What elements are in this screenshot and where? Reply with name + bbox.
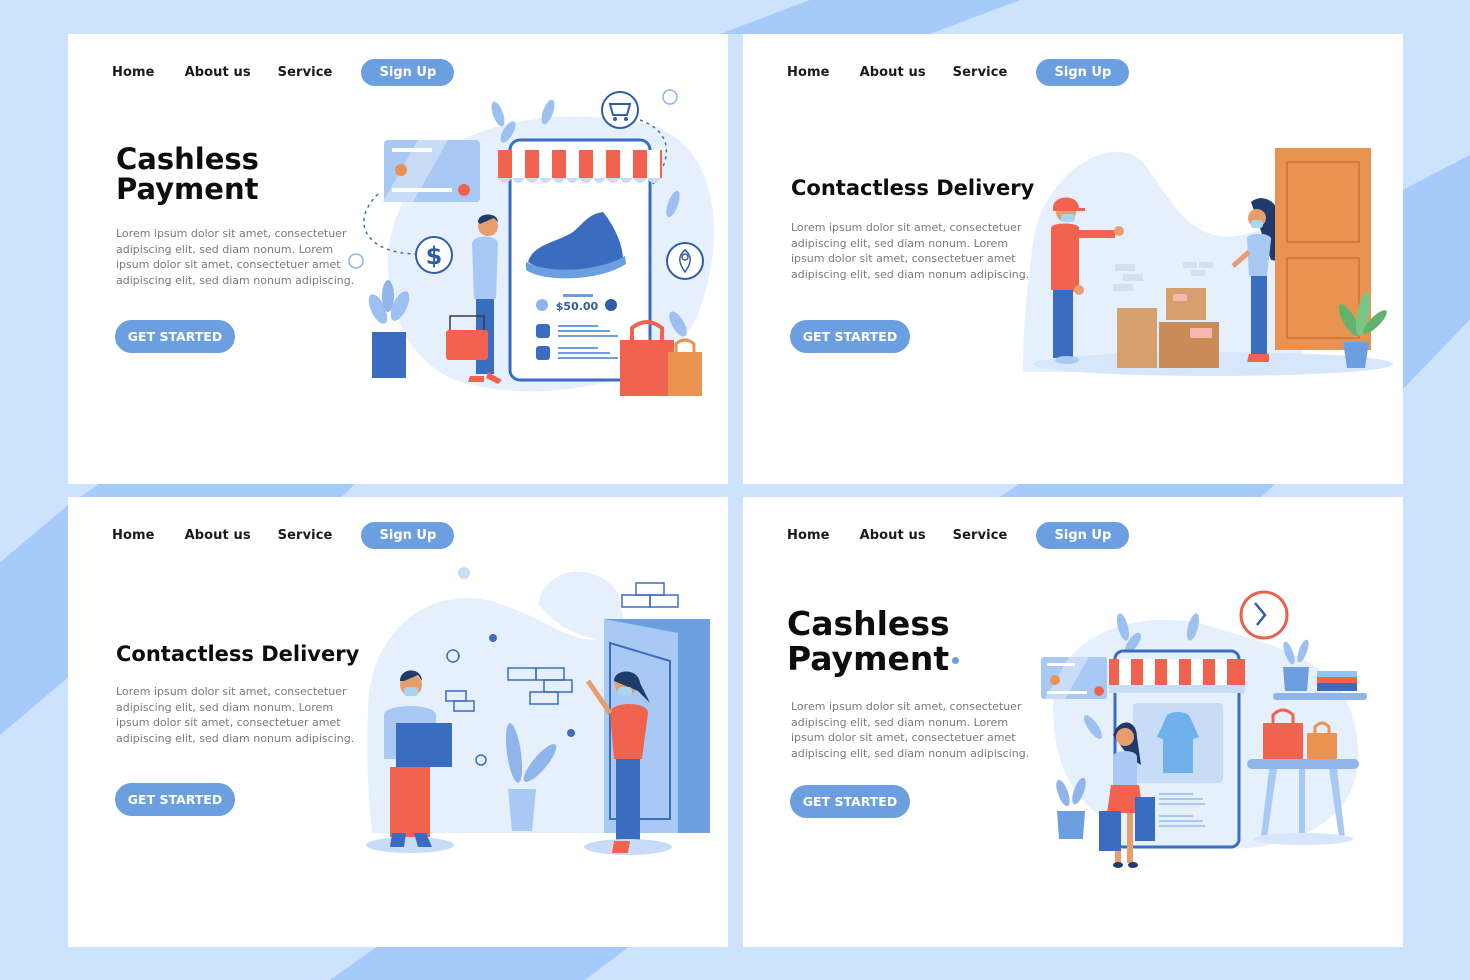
- page-title: Contactless Delivery: [116, 642, 360, 666]
- title-line-2: Payment: [787, 638, 950, 678]
- nav-service[interactable]: Service: [278, 65, 333, 80]
- credit-card-icon: [1041, 657, 1107, 699]
- signup-button[interactable]: Sign Up: [361, 58, 455, 86]
- next-arrow-icon: [605, 299, 617, 311]
- title-line-1: Cashless: [116, 142, 259, 176]
- books-icon: [1317, 671, 1357, 691]
- bg-stripe-left: [0, 505, 68, 735]
- signup-button[interactable]: Sign Up: [361, 521, 455, 549]
- title-line-1: Cashless: [787, 604, 950, 643]
- deco-circle: [348, 253, 364, 269]
- deco-circle: [662, 89, 678, 105]
- nav-home[interactable]: Home: [787, 65, 830, 80]
- price-label: $50.00: [556, 300, 599, 313]
- credit-card-icon: [383, 140, 480, 202]
- top-nav: Home About us Service Sign Up: [787, 521, 1130, 549]
- page-title: Cashless Payment: [116, 144, 259, 205]
- illustration-cashless-payment-2: [1041, 590, 1367, 868]
- title-line-2: Payment: [116, 172, 259, 207]
- nav-home[interactable]: Home: [787, 528, 830, 543]
- illustration-cashless-payment: $ $50.00: [348, 89, 714, 396]
- prev-arrow-icon: [536, 299, 548, 311]
- awning: [498, 150, 662, 183]
- panel-contactless-delivery-1: Home About us Service Sign Up Contactles…: [743, 34, 1403, 484]
- bg-stripe-mid-right: [1000, 484, 1275, 497]
- nav-home[interactable]: Home: [112, 528, 155, 543]
- nav-service[interactable]: Service: [953, 65, 1008, 80]
- shelf-icon: [1273, 639, 1367, 700]
- title-dot: [952, 656, 960, 664]
- nav-about[interactable]: About us: [185, 528, 251, 543]
- signup-button[interactable]: Sign Up: [1036, 58, 1130, 86]
- svg-text:$: $: [426, 242, 443, 270]
- get-started-button[interactable]: GET STARTED: [115, 320, 235, 353]
- page-title: Contactless Delivery: [791, 176, 1035, 200]
- nav-service[interactable]: Service: [278, 528, 333, 543]
- panel-cashless-payment-1: Home About us Service Sign Up Cashless P…: [68, 34, 728, 484]
- nav-about[interactable]: About us: [860, 65, 926, 80]
- nav-about[interactable]: About us: [860, 528, 926, 543]
- top-nav: Home About us Service Sign Up: [787, 58, 1130, 86]
- shopping-bag-icon: [620, 320, 702, 396]
- body-text: Lorem ipsum dolor sit amet, consectetuer…: [791, 221, 1030, 281]
- top-nav: Home About us Service Sign Up: [112, 521, 455, 549]
- body-text: Lorem ipsum dolor sit amet, consectetuer…: [116, 227, 355, 287]
- bg-stripe-mid-left: [80, 484, 355, 497]
- dollar-icon: $: [415, 236, 453, 274]
- illustration-contactless-delivery: [1023, 148, 1393, 376]
- panel-cashless-payment-2: Home About us Service Sign Up Cashless P…: [743, 497, 1403, 947]
- nav-about[interactable]: About us: [185, 65, 251, 80]
- bg-stripe-top: [720, 0, 1020, 34]
- top-nav: Home About us Service Sign Up: [112, 58, 455, 86]
- get-started-button[interactable]: GET STARTED: [115, 783, 235, 816]
- illustration-contactless-delivery-2: [366, 567, 710, 855]
- panel-contactless-delivery-2: Home About us Service Sign Up Contactles…: [68, 497, 728, 947]
- location-pin-icon: [666, 242, 704, 280]
- bg-stripe-right: [1402, 155, 1470, 390]
- page-title: Cashless Payment: [787, 604, 960, 678]
- body-text: Lorem ipsum dolor sit amet, consectetuer…: [791, 700, 1030, 760]
- plant-icon: [1056, 777, 1086, 839]
- get-started-button[interactable]: GET STARTED: [790, 785, 910, 818]
- clock-icon: [1239, 590, 1289, 640]
- body-text: Lorem ipsum dolor sit amet, consectetuer…: [116, 685, 355, 745]
- signup-button[interactable]: Sign Up: [1036, 521, 1130, 549]
- bg-stripe-bottom: [330, 946, 630, 980]
- get-started-button[interactable]: GET STARTED: [790, 320, 910, 353]
- cart-icon: [601, 91, 639, 129]
- nav-service[interactable]: Service: [953, 528, 1008, 543]
- nav-home[interactable]: Home: [112, 65, 155, 80]
